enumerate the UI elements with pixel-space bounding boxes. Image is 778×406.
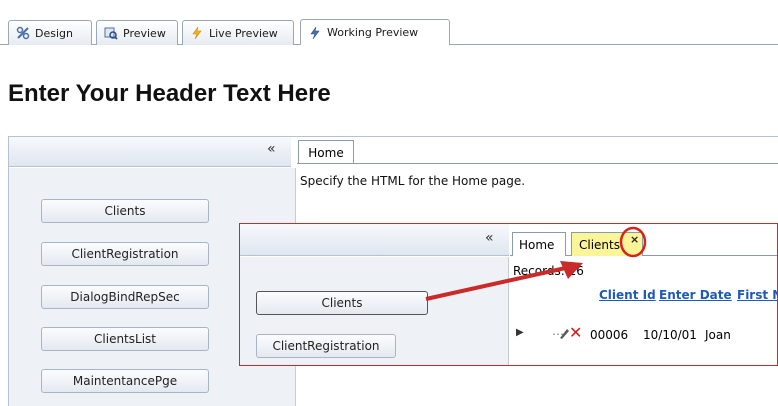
tab-working-preview-label: Working Preview	[327, 26, 419, 39]
cell-enter-date: 10/10/01	[643, 328, 697, 342]
inset-sidebar-item-clients[interactable]: Clients	[256, 291, 428, 315]
sidebar-item-clientslist[interactable]: ClientsList	[41, 327, 209, 351]
designer-tabstrip: Design Preview Live Preview Working Prev…	[0, 0, 778, 46]
page-title: Enter Your Header Text Here	[8, 80, 331, 107]
row-expand-icon[interactable]: ▶	[516, 327, 524, 338]
tab-preview[interactable]: Preview	[96, 20, 178, 45]
inset-tab-home[interactable]: Home	[512, 232, 566, 256]
design-icon	[15, 25, 31, 41]
content-tabline	[297, 163, 778, 164]
tab-design-label: Design	[35, 26, 73, 40]
inset-sidebar-header: «	[240, 224, 509, 256]
sidebar-item-clients[interactable]: Clients	[41, 199, 209, 223]
column-header-enter-date[interactable]: Enter Date	[659, 288, 732, 302]
delete-icon[interactable]: ✕	[569, 323, 582, 342]
tab-preview-label: Preview	[123, 26, 166, 40]
annotation-arrow-icon	[425, 261, 583, 301]
tab-live-preview-label: Live Preview	[209, 26, 278, 40]
lightning-icon	[307, 25, 323, 41]
sidebar-item-clientregistration[interactable]: ClientRegistration	[41, 242, 209, 266]
collapse-sidebar-button[interactable]: «	[267, 141, 276, 157]
inset-collapse-button[interactable]: «	[485, 230, 494, 246]
cell-first-name: Joan	[705, 328, 731, 342]
column-header-client-id[interactable]: Client Id	[599, 288, 656, 302]
cell-client-id: 00006	[590, 328, 629, 342]
inset-sidebar-item-clientregistration[interactable]: ClientRegistration	[256, 334, 396, 358]
tab-design[interactable]: Design	[8, 20, 92, 45]
tab-working-preview[interactable]: Working Preview	[300, 19, 450, 45]
sidebar-header: «	[9, 137, 291, 167]
tab-live-preview[interactable]: Live Preview	[182, 20, 294, 45]
home-content-text: Specify the HTML for the Home page.	[300, 174, 526, 188]
column-header-first-name[interactable]: First N	[737, 288, 777, 302]
sidebar-item-maintentancepge[interactable]: MaintentancePge	[41, 369, 209, 393]
tab-home[interactable]: Home	[298, 140, 354, 164]
preview-icon	[103, 25, 119, 41]
sidebar-item-dialogbindrepsec[interactable]: DialogBindRepSec	[41, 285, 209, 309]
lightning-icon	[189, 25, 205, 41]
highlight-circle-icon	[619, 226, 647, 258]
inset-tab-clients-label: Clients	[579, 237, 620, 252]
